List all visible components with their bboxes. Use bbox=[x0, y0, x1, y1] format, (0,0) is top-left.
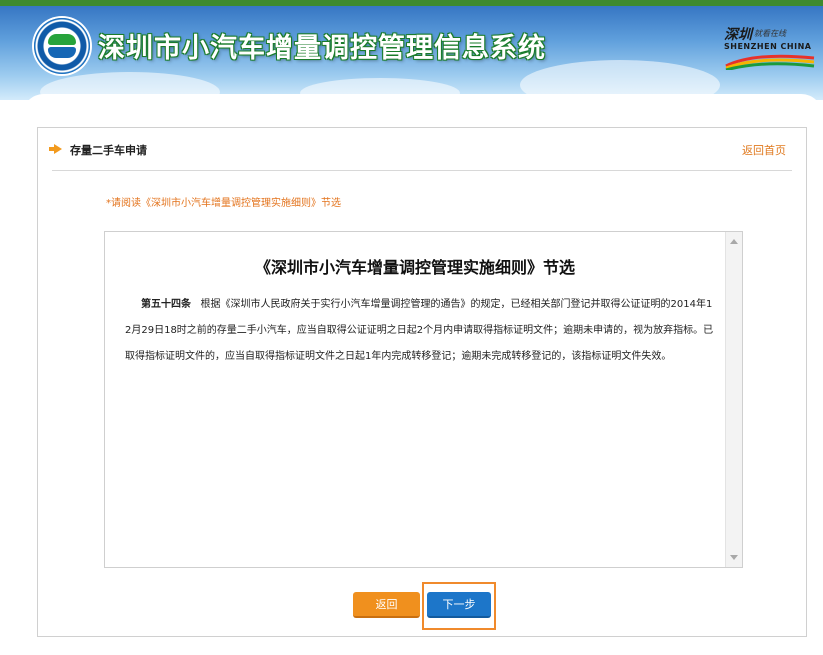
document-title: 《深圳市小汽车增量调控管理实施细则》节选 bbox=[254, 258, 575, 277]
city-logo-english: SHENZHEN CHINA bbox=[724, 42, 812, 51]
site-header: 深圳市小汽车增量调控管理信息系统 深圳 就看在线 SHENZHEN CHINA bbox=[0, 0, 823, 100]
shenzhen-city-logo: 深圳 就看在线 SHENZHEN CHINA bbox=[724, 24, 816, 72]
panel-title: 存量二手车申请 bbox=[70, 144, 147, 157]
back-button[interactable]: 返回 bbox=[353, 592, 420, 618]
system-logo-icon bbox=[34, 18, 90, 74]
city-logo-chinese: 深圳 bbox=[724, 27, 752, 43]
city-logo-wave-icon bbox=[725, 54, 815, 70]
application-panel: 存量二手车申请 返回首页 *请阅读《深圳市小汽车增量调控管理实施细则》节选 《深… bbox=[37, 127, 807, 637]
scroll-down-arrow-icon[interactable] bbox=[730, 555, 738, 560]
next-step-button[interactable]: 下一步 bbox=[427, 592, 491, 618]
site-title: 深圳市小汽车增量调控管理信息系统 bbox=[98, 33, 546, 64]
document-scrollbar[interactable] bbox=[725, 232, 742, 567]
header-top-bar bbox=[0, 0, 823, 6]
regulation-document-box[interactable]: 《深圳市小汽车增量调控管理实施细则》节选 第五十四条 根据《深圳市人民政府关于实… bbox=[104, 231, 743, 568]
reading-notice: *请阅读《深圳市小汽车增量调控管理实施细则》节选 bbox=[106, 198, 341, 209]
divider bbox=[52, 170, 792, 171]
scroll-up-arrow-icon[interactable] bbox=[730, 239, 738, 244]
document-article: 第五十四条 根据《深圳市人民政府关于实行小汽车增量调控管理的通告》的规定，已经相… bbox=[125, 292, 715, 370]
arrow-right-icon bbox=[49, 144, 62, 154]
return-home-link[interactable]: 返回首页 bbox=[742, 142, 786, 158]
city-logo-tagline: 就看在线 bbox=[754, 29, 786, 38]
panel-header: 存量二手车申请 返回首页 bbox=[38, 128, 806, 170]
article-label: 第五十四条 bbox=[141, 299, 191, 310]
article-body: 根据《深圳市人民政府关于实行小汽车增量调控管理的通告》的规定，已经相关部门登记并… bbox=[125, 299, 714, 362]
